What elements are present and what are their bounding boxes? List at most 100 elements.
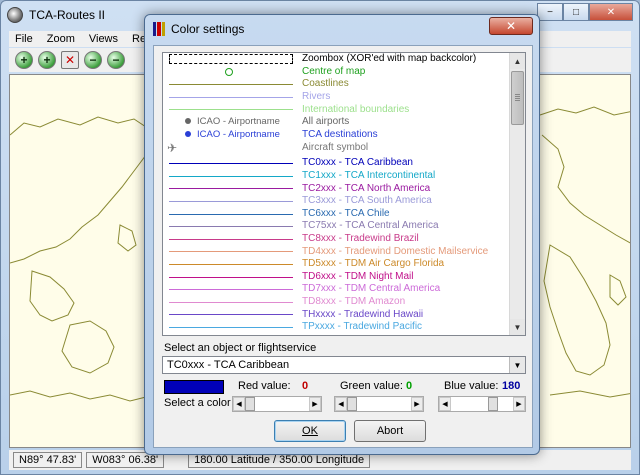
title-bar: TCA-Routes II: [7, 4, 105, 26]
blue-slider[interactable]: ◀ ▶: [438, 396, 526, 412]
coastline-asia: [10, 116, 147, 264]
object-list[interactable]: Zoombox (XOR'ed with map backcolor) Centr…: [162, 52, 526, 336]
color-swatch: [164, 380, 224, 394]
object-select[interactable]: TC0xxx - TCA Caribbean ▼: [162, 356, 526, 374]
color-item-label: Rivers: [302, 91, 331, 103]
color-item-row[interactable]: Coastlines: [163, 78, 510, 91]
dialog-title-bar: Color settings: [153, 20, 244, 38]
zoom-in-more-icon[interactable]: +: [38, 51, 56, 69]
color-item-row[interactable]: ✈ Aircraft symbol: [163, 141, 510, 155]
green-right-arrow-icon[interactable]: ▶: [411, 397, 423, 411]
dialog-close-button[interactable]: ✕: [489, 17, 533, 35]
ok-label: OK: [302, 425, 318, 437]
scroll-thumb[interactable]: [511, 71, 524, 125]
red-right-arrow-icon[interactable]: ▶: [309, 397, 321, 411]
color-item-row[interactable]: TD8xxx - TDM Amazon: [163, 296, 510, 309]
map-centre-icon: [225, 67, 233, 76]
color-item-row[interactable]: Rivers: [163, 91, 510, 104]
color-item-row[interactable]: ICAO - Airportname TCA destinations: [163, 129, 510, 142]
window-title: TCA-Routes II: [29, 8, 106, 22]
color-item-row[interactable]: TC8xxx - Tradewind Brazil: [163, 233, 510, 246]
app-globe-icon: [7, 7, 23, 23]
menu-file[interactable]: File: [15, 33, 33, 45]
color-sample: [163, 321, 299, 334]
color-item-label: THxxxx - Tradewind Hawaii: [302, 308, 424, 320]
color-item-label: Coastlines: [302, 78, 349, 90]
blue-channel: Blue value: 180 ◀ ▶: [438, 380, 526, 422]
zoom-out-more-icon[interactable]: −: [107, 51, 125, 69]
color-item-row[interactable]: TC75xx - TCA Central America: [163, 220, 510, 233]
ok-button[interactable]: OK: [274, 420, 346, 442]
window-controls: − □ ✕: [537, 3, 633, 21]
color-item-label: TD7xxx - TDM Central America: [302, 283, 441, 295]
color-item-row[interactable]: Zoombox (XOR'ed with map backcolor): [163, 53, 510, 66]
color-sample: [163, 283, 299, 296]
color-item-row[interactable]: TD5xxx - TDM Air Cargo Florida: [163, 258, 510, 271]
color-item-row[interactable]: ICAO - Airportname All airports: [163, 116, 510, 129]
abort-button[interactable]: Abort: [354, 420, 426, 442]
blue-track[interactable]: [451, 397, 513, 411]
green-thumb[interactable]: [347, 397, 357, 411]
color-item-row[interactable]: TPxxxx - Tradewind Pacific: [163, 321, 510, 334]
red-slider[interactable]: ◀ ▶: [232, 396, 322, 412]
select-object-label: Select an object or flightservice: [164, 342, 317, 354]
object-select-value: TC0xxx - TCA Caribbean: [167, 359, 290, 371]
color-item-row[interactable]: TD6xxx - TDM Night Mail: [163, 271, 510, 284]
color-sample: [163, 195, 299, 208]
color-sample: ✈: [163, 141, 299, 155]
menu-zoom[interactable]: Zoom: [47, 33, 75, 45]
color-sample: ICAO - Airportname: [163, 116, 299, 129]
color-item-row[interactable]: TC1xxx - TCA Intercontinental: [163, 170, 510, 183]
maximize-button[interactable]: □: [563, 3, 589, 21]
minimize-button[interactable]: −: [537, 3, 563, 21]
blue-label: Blue value:: [444, 380, 499, 392]
scroll-up-icon[interactable]: ▲: [510, 53, 525, 69]
zoom-cancel-icon[interactable]: ✕: [61, 51, 79, 69]
color-item-row[interactable]: TD4xxx - Tradewind Domestic Mailservice: [163, 245, 510, 258]
color-item-row[interactable]: TC6xxx - TCA Chile: [163, 208, 510, 221]
green-track[interactable]: [347, 397, 411, 411]
color-sample: [163, 103, 299, 116]
select-color-label: Select a color: [164, 397, 231, 409]
green-left-arrow-icon[interactable]: ◀: [335, 397, 347, 411]
color-item-label: TD8xxx - TDM Amazon: [302, 295, 406, 307]
color-item-row[interactable]: [163, 333, 510, 335]
color-sample: [163, 66, 299, 79]
blue-left-arrow-icon[interactable]: ◀: [439, 397, 451, 411]
color-sample: [163, 245, 299, 258]
color-item-label: International boundaries: [302, 103, 410, 115]
color-item-label: Zoombox (XOR'ed with map backcolor): [302, 53, 477, 65]
menu-views[interactable]: Views: [89, 33, 118, 45]
line-sample: [169, 175, 293, 177]
blue-thumb[interactable]: [488, 397, 498, 411]
color-item-label: TC2xxx - TCA North America: [302, 182, 431, 194]
color-item-row[interactable]: TC0xxx - TCA Caribbean: [163, 157, 510, 170]
object-list-rows: Zoombox (XOR'ed with map backcolor) Centr…: [163, 53, 510, 335]
zoom-out-icon[interactable]: −: [84, 51, 102, 69]
red-thumb[interactable]: [245, 397, 255, 411]
color-item-row[interactable]: TC2xxx - TCA North America: [163, 182, 510, 195]
line-sample: [169, 213, 293, 215]
color-item-row[interactable]: Centre of map: [163, 66, 510, 79]
close-button[interactable]: ✕: [589, 3, 633, 21]
green-label: Green value:: [340, 380, 403, 392]
color-sample: [163, 308, 299, 321]
color-item-row[interactable]: TC3xxx - TCA South America: [163, 195, 510, 208]
blue-right-arrow-icon[interactable]: ▶: [513, 397, 525, 411]
coastline-europe: [539, 106, 630, 244]
list-scrollbar[interactable]: ▲ ▼: [509, 53, 525, 335]
red-track[interactable]: [245, 397, 309, 411]
red-left-arrow-icon[interactable]: ◀: [233, 397, 245, 411]
color-item-row[interactable]: International boundaries: [163, 103, 510, 116]
dropdown-arrow-icon[interactable]: ▼: [509, 357, 525, 373]
color-item-row[interactable]: THxxxx - Tradewind Hawaii: [163, 308, 510, 321]
color-sample: [163, 182, 299, 195]
zoom-in-icon[interactable]: +: [15, 51, 33, 69]
color-item-label: TC6xxx - TCA Chile: [302, 207, 390, 219]
color-sample: [163, 170, 299, 183]
scroll-down-icon[interactable]: ▼: [510, 319, 525, 335]
color-item-row[interactable]: TD7xxx - TDM Central America: [163, 283, 510, 296]
line-sample: [169, 84, 293, 86]
color-item-label: TCA destinations: [302, 128, 378, 140]
green-slider[interactable]: ◀ ▶: [334, 396, 424, 412]
